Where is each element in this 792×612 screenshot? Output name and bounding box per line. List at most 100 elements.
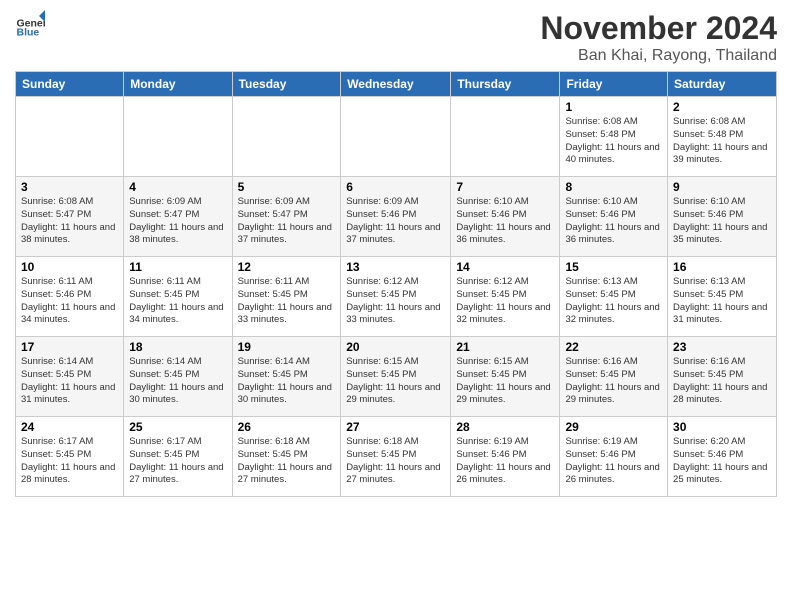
day-info-3-5: Sunrise: 6:16 AM Sunset: 5:45 PM Dayligh…	[565, 356, 662, 407]
day-cell-1-5: 8 Sunrise: 6:10 AM Sunset: 5:46 PM Daylig…	[560, 177, 668, 257]
day-number-3-5: 22	[565, 340, 662, 354]
logo-icon: General Blue	[15, 10, 45, 40]
day-info-2-6: Sunrise: 6:13 AM Sunset: 5:45 PM Dayligh…	[673, 276, 771, 327]
day-cell-1-1: 4Sunrise: 6:09 AM Sunset: 5:47 PM Daylig…	[124, 177, 232, 257]
day-info-2-5: Sunrise: 6:13 AM Sunset: 5:45 PM Dayligh…	[565, 276, 662, 327]
day-info-3-4: Sunrise: 6:15 AM Sunset: 5:45 PM Dayligh…	[456, 356, 554, 407]
day-info-1-3: Sunrise: 6:09 AM Sunset: 5:46 PM Dayligh…	[346, 196, 445, 247]
day-info-3-3: Sunrise: 6:15 AM Sunset: 5:45 PM Dayligh…	[346, 356, 445, 407]
day-info-0-5: Sunrise: 6:08 AM Sunset: 5:48 PM Dayligh…	[565, 116, 662, 167]
day-number-2-2: 12	[238, 260, 336, 274]
day-info-3-0: Sunrise: 6:14 AM Sunset: 5:45 PM Dayligh…	[21, 356, 118, 407]
day-info-1-2: Sunrise: 6:09 AM Sunset: 5:47 PM Dayligh…	[238, 196, 336, 247]
day-info-4-2: Sunrise: 6:18 AM Sunset: 5:45 PM Dayligh…	[238, 436, 336, 487]
day-cell-2-4: 14 Sunrise: 6:12 AM Sunset: 5:45 PM Dayli…	[451, 257, 560, 337]
week-row-2: 10 Sunrise: 6:11 AM Sunset: 5:46 PM Dayli…	[16, 257, 777, 337]
day-cell-3-1: 18 Sunrise: 6:14 AM Sunset: 5:45 PM Dayli…	[124, 337, 232, 417]
col-thursday: Thursday	[451, 72, 560, 97]
day-info-2-2: Sunrise: 6:11 AM Sunset: 5:45 PM Dayligh…	[238, 276, 336, 327]
day-info-2-0: Sunrise: 6:11 AM Sunset: 5:46 PM Dayligh…	[21, 276, 118, 327]
location-title: Ban Khai, Rayong, Thailand	[540, 47, 777, 65]
day-cell-0-1	[124, 97, 232, 177]
week-row-1: 3 Sunrise: 6:08 AM Sunset: 5:47 PM Daylig…	[16, 177, 777, 257]
day-cell-1-0: 3 Sunrise: 6:08 AM Sunset: 5:47 PM Daylig…	[16, 177, 124, 257]
day-number-1-5: 8	[565, 180, 662, 194]
day-number-1-2: 5	[238, 180, 336, 194]
day-info-4-0: Sunrise: 6:17 AM Sunset: 5:45 PM Dayligh…	[21, 436, 118, 487]
day-number-1-0: 3	[21, 180, 118, 194]
col-sunday: Sunday	[16, 72, 124, 97]
day-cell-0-5: 1Sunrise: 6:08 AM Sunset: 5:48 PM Daylig…	[560, 97, 668, 177]
day-number-4-2: 26	[238, 420, 336, 434]
day-cell-1-2: 5 Sunrise: 6:09 AM Sunset: 5:47 PM Daylig…	[232, 177, 341, 257]
col-wednesday: Wednesday	[341, 72, 451, 97]
day-cell-4-6: 30Sunrise: 6:20 AM Sunset: 5:46 PM Dayli…	[668, 417, 777, 497]
day-info-3-1: Sunrise: 6:14 AM Sunset: 5:45 PM Dayligh…	[129, 356, 226, 407]
day-cell-2-6: 16 Sunrise: 6:13 AM Sunset: 5:45 PM Dayli…	[668, 257, 777, 337]
day-cell-4-1: 25 Sunrise: 6:17 AM Sunset: 5:45 PM Dayli…	[124, 417, 232, 497]
day-number-2-5: 15	[565, 260, 662, 274]
day-number-3-6: 23	[673, 340, 771, 354]
logo: General Blue	[15, 10, 45, 40]
day-number-3-3: 20	[346, 340, 445, 354]
day-cell-2-1: 11 Sunrise: 6:11 AM Sunset: 5:45 PM Dayli…	[124, 257, 232, 337]
header: General Blue November 2024 Ban Khai, Ray…	[15, 10, 777, 65]
day-info-2-4: Sunrise: 6:12 AM Sunset: 5:45 PM Dayligh…	[456, 276, 554, 327]
day-info-4-4: Sunrise: 6:19 AM Sunset: 5:46 PM Dayligh…	[456, 436, 554, 487]
day-info-0-6: Sunrise: 6:08 AM Sunset: 5:48 PM Dayligh…	[673, 116, 771, 167]
header-row: Sunday Monday Tuesday Wednesday Thursday…	[16, 72, 777, 97]
day-number-2-0: 10	[21, 260, 118, 274]
day-cell-4-2: 26 Sunrise: 6:18 AM Sunset: 5:45 PM Dayli…	[232, 417, 341, 497]
day-number-2-3: 13	[346, 260, 445, 274]
day-number-2-6: 16	[673, 260, 771, 274]
day-cell-3-0: 17 Sunrise: 6:14 AM Sunset: 5:45 PM Dayli…	[16, 337, 124, 417]
day-number-4-1: 25	[129, 420, 226, 434]
day-cell-4-3: 27Sunrise: 6:18 AM Sunset: 5:45 PM Dayli…	[341, 417, 451, 497]
day-number-1-4: 7	[456, 180, 554, 194]
day-number-3-4: 21	[456, 340, 554, 354]
day-cell-2-0: 10 Sunrise: 6:11 AM Sunset: 5:46 PM Dayli…	[16, 257, 124, 337]
calendar: Sunday Monday Tuesday Wednesday Thursday…	[15, 71, 777, 497]
week-row-0: 1Sunrise: 6:08 AM Sunset: 5:48 PM Daylig…	[16, 97, 777, 177]
day-number-2-1: 11	[129, 260, 226, 274]
day-info-3-6: Sunrise: 6:16 AM Sunset: 5:45 PM Dayligh…	[673, 356, 771, 407]
day-cell-3-3: 20 Sunrise: 6:15 AM Sunset: 5:45 PM Dayli…	[341, 337, 451, 417]
day-info-2-1: Sunrise: 6:11 AM Sunset: 5:45 PM Dayligh…	[129, 276, 226, 327]
day-cell-4-0: 24Sunrise: 6:17 AM Sunset: 5:45 PM Dayli…	[16, 417, 124, 497]
day-number-1-1: 4	[129, 180, 226, 194]
day-cell-0-3	[341, 97, 451, 177]
day-info-4-6: Sunrise: 6:20 AM Sunset: 5:46 PM Dayligh…	[673, 436, 771, 487]
day-cell-0-4	[451, 97, 560, 177]
day-number-3-0: 17	[21, 340, 118, 354]
day-info-4-1: Sunrise: 6:17 AM Sunset: 5:45 PM Dayligh…	[129, 436, 226, 487]
col-friday: Friday	[560, 72, 668, 97]
day-number-2-4: 14	[456, 260, 554, 274]
day-info-1-0: Sunrise: 6:08 AM Sunset: 5:47 PM Dayligh…	[21, 196, 118, 247]
day-number-3-2: 19	[238, 340, 336, 354]
week-row-3: 17 Sunrise: 6:14 AM Sunset: 5:45 PM Dayli…	[16, 337, 777, 417]
day-cell-1-3: 6 Sunrise: 6:09 AM Sunset: 5:46 PM Daylig…	[341, 177, 451, 257]
day-cell-1-6: 9Sunrise: 6:10 AM Sunset: 5:46 PM Daylig…	[668, 177, 777, 257]
day-number-4-3: 27	[346, 420, 445, 434]
day-info-2-3: Sunrise: 6:12 AM Sunset: 5:45 PM Dayligh…	[346, 276, 445, 327]
col-tuesday: Tuesday	[232, 72, 341, 97]
day-info-4-5: Sunrise: 6:19 AM Sunset: 5:46 PM Dayligh…	[565, 436, 662, 487]
day-cell-3-5: 22 Sunrise: 6:16 AM Sunset: 5:45 PM Dayli…	[560, 337, 668, 417]
day-number-4-4: 28	[456, 420, 554, 434]
day-info-1-5: Sunrise: 6:10 AM Sunset: 5:46 PM Dayligh…	[565, 196, 662, 247]
day-number-1-3: 6	[346, 180, 445, 194]
day-cell-1-4: 7Sunrise: 6:10 AM Sunset: 5:46 PM Daylig…	[451, 177, 560, 257]
week-row-4: 24Sunrise: 6:17 AM Sunset: 5:45 PM Dayli…	[16, 417, 777, 497]
month-title: November 2024	[540, 10, 777, 47]
day-cell-0-0	[16, 97, 124, 177]
day-number-0-6: 2	[673, 100, 771, 114]
col-saturday: Saturday	[668, 72, 777, 97]
col-monday: Monday	[124, 72, 232, 97]
title-area: November 2024 Ban Khai, Rayong, Thailand	[540, 10, 777, 65]
day-cell-4-5: 29Sunrise: 6:19 AM Sunset: 5:46 PM Dayli…	[560, 417, 668, 497]
day-info-3-2: Sunrise: 6:14 AM Sunset: 5:45 PM Dayligh…	[238, 356, 336, 407]
day-cell-0-6: 2 Sunrise: 6:08 AM Sunset: 5:48 PM Daylig…	[668, 97, 777, 177]
day-number-3-1: 18	[129, 340, 226, 354]
day-info-1-6: Sunrise: 6:10 AM Sunset: 5:46 PM Dayligh…	[673, 196, 771, 247]
day-cell-4-4: 28 Sunrise: 6:19 AM Sunset: 5:46 PM Dayli…	[451, 417, 560, 497]
